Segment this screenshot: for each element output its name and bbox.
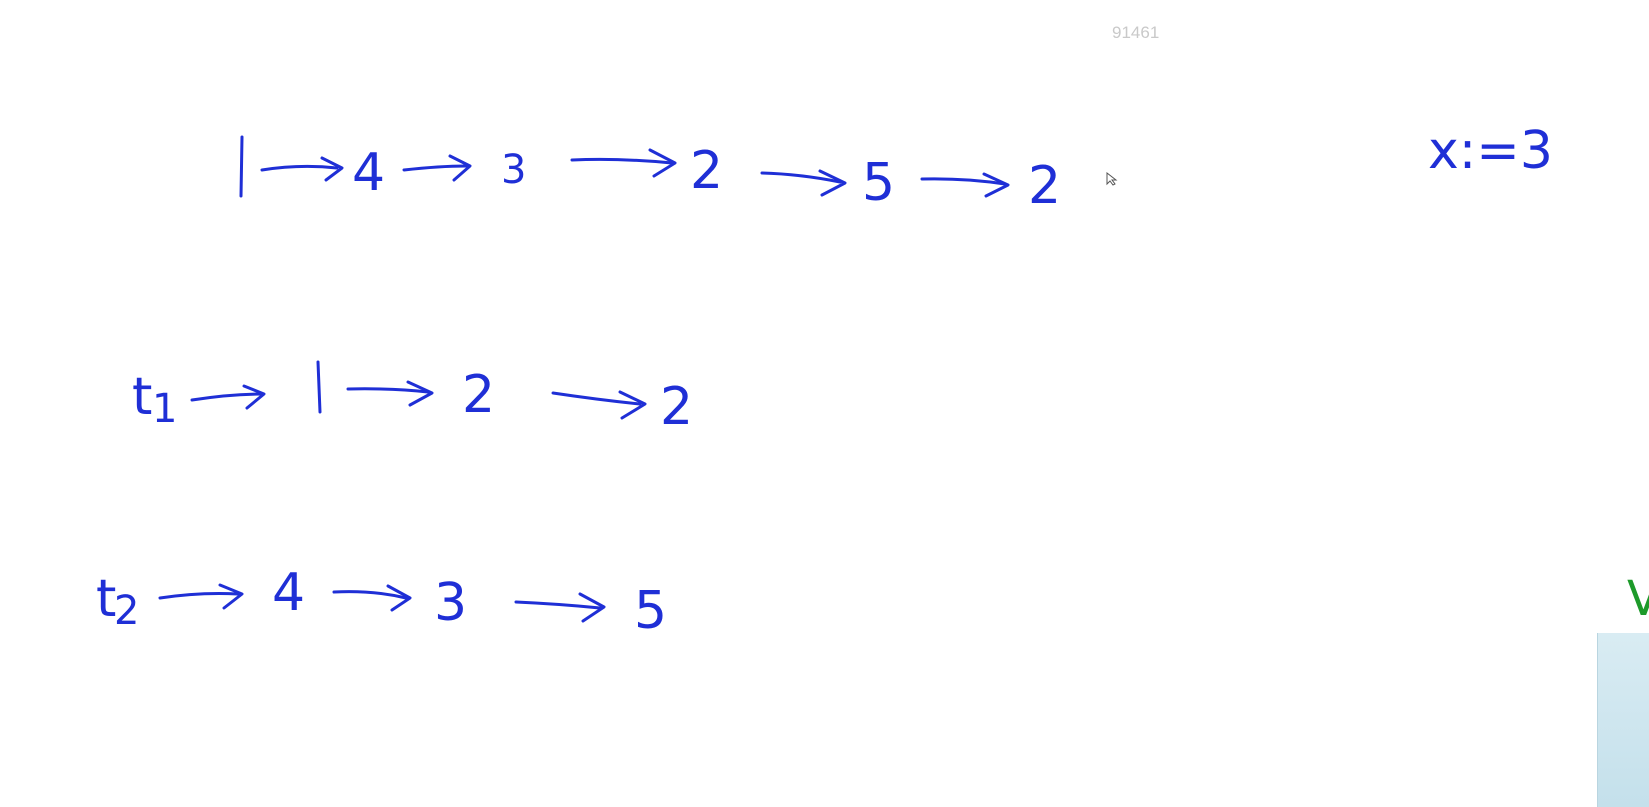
arrow-icon [346, 380, 434, 407]
line3-head-subscript: 2 [114, 588, 139, 634]
arrow-icon [402, 154, 472, 182]
annotation-x-equals-3: x:=3 [1428, 121, 1553, 181]
arrow-icon [158, 583, 244, 610]
linked-list-line-3: t 2 4 3 5 [96, 563, 667, 641]
line2-node-1-stroke [316, 360, 322, 414]
arrow-icon [260, 156, 344, 182]
side-panel-edge[interactable] [1597, 633, 1649, 807]
side-panel-letter: V [1627, 571, 1649, 627]
line3-node-3: 5 [634, 581, 667, 641]
arrow-icon [570, 148, 677, 178]
line3-node-1: 4 [272, 563, 305, 623]
line2-node-3: 2 [660, 377, 693, 437]
arrow-icon [551, 390, 647, 420]
line1-node-1-stroke [239, 135, 244, 198]
linked-list-line-2: t 1 2 2 [132, 360, 693, 437]
line1-node-4: 2 [690, 141, 723, 201]
arrow-icon [332, 584, 412, 612]
line1-node-2: 4 [352, 143, 385, 203]
whiteboard-canvas[interactable]: 4 3 2 5 2 x:=3 t 1 2 2 t 2 4 3 5 [0, 0, 1649, 807]
arrow-icon [760, 169, 847, 197]
line2-node-2: 2 [462, 365, 495, 425]
linked-list-line-1: 4 3 2 5 2 [239, 135, 1061, 216]
line3-node-2: 3 [434, 573, 467, 633]
line1-node-5: 5 [862, 153, 895, 213]
line2-head-subscript: 1 [152, 386, 177, 432]
arrow-icon [920, 172, 1010, 198]
mouse-cursor-icon [1106, 172, 1118, 186]
line2-head-label: t [132, 367, 152, 427]
arrow-icon [514, 592, 606, 623]
arrow-icon [190, 384, 266, 410]
line1-node-3: 3 [501, 147, 526, 193]
line1-node-6: 2 [1028, 156, 1061, 216]
annotation-text: x:=3 [1428, 121, 1553, 181]
